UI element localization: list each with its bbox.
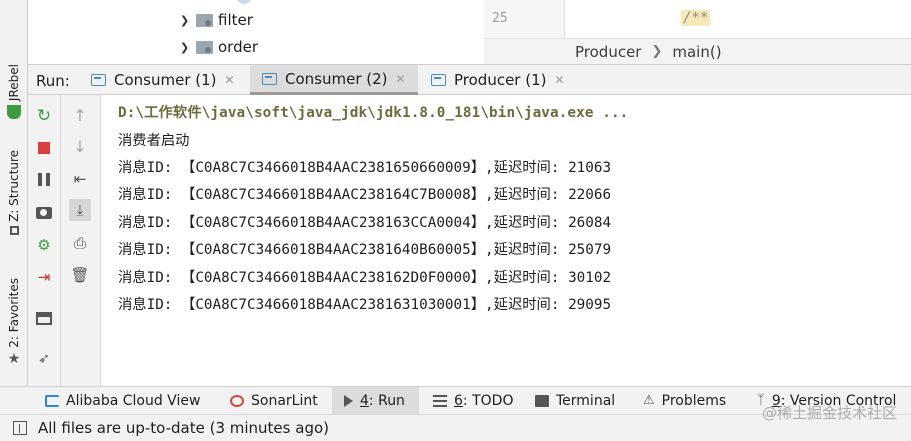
tree-item-order[interactable]: ❯ order: [180, 36, 258, 58]
tab-label: SonarLint: [251, 392, 318, 409]
trash-icon[interactable]: 🗑: [69, 264, 91, 286]
chevron-right-icon[interactable]: ❯: [180, 41, 196, 54]
chevron-right-icon[interactable]: ❯: [180, 14, 196, 27]
todo-tab[interactable]: 6: TODO: [433, 387, 513, 414]
editor-gutter: 25: [484, 0, 564, 38]
console-icon: [431, 74, 446, 86]
tree-item-label: filter: [218, 11, 253, 29]
close-icon[interactable]: ✕: [396, 72, 406, 86]
console-line: 消息ID: 【C0A8C7C3466018B4AAC2381631030001】…: [118, 297, 612, 313]
tab-label: Alibaba Cloud View: [66, 392, 201, 409]
tab-consumer-1[interactable]: Consumer (1) ✕: [91, 65, 235, 95]
breadcrumb-method[interactable]: main(): [672, 43, 721, 61]
arrow-down-icon[interactable]: ↓: [69, 135, 91, 157]
rerun-icon[interactable]: ↻: [33, 105, 55, 127]
console-line: 消费者启动: [118, 133, 190, 149]
layout-button[interactable]: [33, 307, 55, 329]
stop-icon: [38, 142, 50, 154]
run-label: Run:: [36, 72, 70, 90]
watermark: @稀土掘金技术社区: [761, 404, 897, 422]
breadcrumb-class[interactable]: Producer: [575, 43, 641, 61]
debug-gear-icon[interactable]: ⚙: [33, 234, 55, 256]
jrebel-icon: [7, 105, 21, 120]
camera-icon: [36, 207, 52, 219]
left-tool-strip: JRebel Z: Structure 2: Favorites ★: [0, 0, 28, 386]
tab-label: Terminal: [556, 392, 616, 409]
tab-shortcut: 6: [454, 392, 463, 409]
stop-button[interactable]: [33, 137, 55, 159]
tab-label: Producer (1): [454, 71, 547, 89]
sonarlint-icon: [230, 394, 244, 407]
layout-icon: [36, 311, 52, 325]
tab-consumer-2[interactable]: Consumer (2) ✕: [250, 65, 418, 95]
pause-icon: [38, 172, 50, 186]
todo-list-icon: [433, 394, 447, 407]
terminal-icon: [535, 394, 549, 407]
console-line: 消息ID: 【C0A8C7C3466018B4AAC238162D0F0000】…: [118, 270, 612, 286]
run-tab-bar: Run: Consumer (1) ✕ Consumer (2) ✕ Produ…: [28, 64, 911, 95]
sonarlint-tab[interactable]: SonarLint: [230, 387, 318, 414]
pause-button[interactable]: [33, 168, 55, 190]
status-toggle-icon[interactable]: [13, 421, 27, 435]
run-icon: [344, 394, 353, 407]
tree-node-marker: [236, 0, 252, 4]
structure-tab[interactable]: Z: Structure: [0, 150, 28, 235]
folder-icon: [196, 13, 213, 27]
close-icon[interactable]: ✕: [554, 73, 564, 87]
soft-wrap-icon[interactable]: ⇤: [69, 168, 91, 190]
terminal-tab[interactable]: Terminal: [535, 387, 615, 414]
jrebel-tab[interactable]: JRebel: [0, 64, 28, 120]
arrow-up-icon[interactable]: ↑: [69, 104, 91, 126]
tree-item-label: order: [218, 38, 258, 56]
exit-icon[interactable]: ⇥: [33, 266, 55, 288]
star-icon: ★: [7, 350, 21, 367]
console-line: 消息ID: 【C0A8C7C3466018B4AAC2381650660009】…: [118, 160, 612, 176]
console-line: 消息ID: 【C0A8C7C3466018B4AAC238163CCA0004】…: [118, 215, 612, 231]
screenshot-button[interactable]: [33, 202, 55, 224]
status-message: All files are up-to-date (3 minutes ago): [38, 419, 329, 437]
console-line: 消息ID: 【C0A8C7C3466018B4AAC238164C7B0008】…: [118, 187, 612, 203]
favorites-tab[interactable]: 2: Favorites ★: [0, 278, 28, 367]
tab-label: Consumer (2): [285, 69, 388, 88]
problems-tab[interactable]: ⚠ Problems: [643, 387, 726, 414]
scroll-to-end-icon[interactable]: ⤓: [69, 199, 91, 221]
chevron-right-icon: ❯: [651, 44, 663, 59]
project-tree: ❯ filter ❯ order: [28, 0, 484, 64]
code-editor[interactable]: /**: [564, 0, 911, 38]
tree-item-filter[interactable]: ❯ filter: [180, 9, 253, 31]
run-actions-toolbar: ↻ ⚙ ⇥ ➶: [28, 95, 61, 386]
tab-label: Consumer (1): [114, 71, 217, 89]
pin-icon[interactable]: ➶: [33, 348, 55, 370]
warning-icon: ⚠: [643, 393, 655, 408]
favorites-tab-label: 2: Favorites: [7, 278, 21, 348]
breadcrumb: Producer ❯ main(): [484, 38, 911, 64]
run-tab[interactable]: 4: Run: [332, 387, 419, 414]
code-comment: /**: [681, 10, 711, 26]
console-actions-toolbar: ↑ ↓ ⇤ ⤓ ⎙ 🗑: [61, 95, 101, 386]
command-line: D:\工作软件\java\soft\java_jdk\jdk1.8.0_181\…: [118, 105, 629, 121]
line-number: 25: [492, 11, 508, 26]
console-output[interactable]: D:\工作软件\java\soft\java_jdk\jdk1.8.0_181\…: [101, 95, 911, 386]
console-icon: [91, 74, 106, 86]
close-icon[interactable]: ✕: [225, 73, 235, 87]
cloud-icon: [45, 394, 59, 407]
console-icon: [262, 72, 277, 85]
tab-label: : Run: [368, 392, 405, 409]
alibaba-cloud-view-tab[interactable]: Alibaba Cloud View: [45, 387, 200, 414]
tab-shortcut: 4: [360, 392, 369, 409]
print-icon[interactable]: ⎙: [69, 232, 91, 254]
structure-tab-label: Z: Structure: [7, 150, 21, 222]
structure-icon: [9, 225, 19, 235]
console-line: 消息ID: 【C0A8C7C3466018B4AAC2381640B60005】…: [118, 242, 612, 258]
folder-icon: [196, 40, 213, 54]
tab-label: : TODO: [462, 392, 514, 409]
tab-label: Problems: [661, 392, 727, 409]
jrebel-tab-label: JRebel: [7, 64, 21, 102]
tab-producer-1[interactable]: Producer (1) ✕: [431, 65, 565, 95]
